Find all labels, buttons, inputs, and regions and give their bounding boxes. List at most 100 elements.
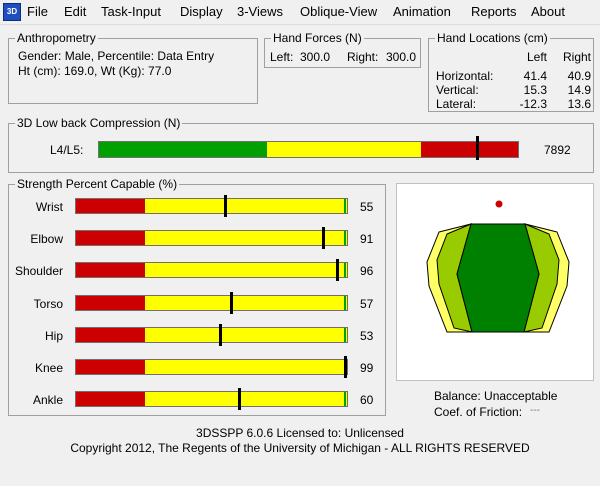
strength-bar [75,262,348,278]
hand-location-right-value: 40.9 [567,69,591,83]
strength-limit-marker [344,296,346,310]
strength-value-marker [344,356,347,378]
strength-value-marker [238,388,241,410]
hand-location-right-value: 13.6 [567,97,591,111]
friction-label: Coef. of Friction: [434,405,523,419]
menu-edit[interactable]: Edit [64,4,86,20]
strength-value-marker [336,259,339,281]
stability-region [456,223,540,333]
low-back-title: 3D Low back Compression (N) [15,116,183,130]
low-back-compression-bar [98,141,519,158]
strength-bar [75,327,348,343]
bar-yellow-zone [145,199,347,213]
hand-force-left-label: Left: [270,50,294,64]
strength-row-label: Ankle [32,393,63,407]
hand-locations-col-right: Right [562,50,591,64]
bar-red-zone [421,142,518,157]
bar-red-zone [76,296,145,310]
hand-location-row-label: Horizontal: [436,69,494,83]
hand-locations-title: Hand Locations (cm) [435,31,550,45]
hand-location-row-label: Lateral: [436,97,477,111]
bar-yellow-zone [145,360,347,374]
strength-row-value: 96 [360,264,374,278]
strength-limit-marker [344,392,346,406]
strength-group: Strength Percent Capable (%) Wrist 55 Elb… [8,177,386,416]
bar-red-zone [76,199,145,213]
bar-yellow-zone [145,263,347,277]
low-back-value-marker [476,136,479,160]
hand-locations-col-left: Left [526,50,547,64]
balance-status: Balance: Unacceptable [434,389,558,403]
bar-yellow-zone [145,392,347,406]
strength-row-value: 60 [360,393,374,407]
strength-limit-marker [344,199,346,213]
bar-green-zone [99,142,267,157]
anthropometry-height-weight: Ht (cm): 169.0, Wt (Kg): 77.0 [18,64,172,78]
menu-display[interactable]: Display [180,4,223,20]
low-back-group: 3D Low back Compression (N) L4/L5: 7892 [8,116,594,173]
app-icon[interactable]: 3D [3,3,21,21]
menu-task-input[interactable]: Task-Input [101,4,161,20]
menu-3-views[interactable]: 3-Views [237,4,283,20]
strength-limit-marker [344,231,346,245]
hand-location-row-label: Vertical: [436,83,479,97]
center-of-pressure-dot [495,200,503,208]
bar-yellow-zone [267,142,421,157]
strength-row-label: Shoulder [14,264,63,278]
strength-title: Strength Percent Capable (%) [15,177,180,191]
hand-forces-title: Hand Forces (N) [271,31,364,45]
strength-bar [75,391,348,407]
bar-red-zone [76,231,145,245]
bar-yellow-zone [145,328,347,342]
strength-value-marker [224,195,227,217]
strength-bar [75,230,348,246]
menu-file[interactable]: File [27,4,48,20]
strength-row-label: Wrist [35,200,63,214]
anthropometry-title: Anthropometry [15,31,98,45]
strength-row-value: 99 [360,361,374,375]
strength-row-label: Knee [34,361,63,375]
bar-red-zone [76,392,145,406]
hand-location-left-value: 41.4 [523,69,547,83]
strength-row-value: 91 [360,232,374,246]
low-back-value: 7892 [544,143,571,157]
strength-row-value: 57 [360,297,374,311]
low-back-label: L4/L5: [50,143,84,157]
hand-force-right-label: Right: [347,50,379,64]
menu-animation[interactable]: Animation [393,4,451,20]
hand-locations-group: Hand Locations (cm) Left Right Horizonta… [428,31,594,112]
menu-about[interactable]: About [531,4,565,20]
strength-limit-marker [344,263,346,277]
strength-bar [75,198,348,214]
menu-oblique-view[interactable]: Oblique-View [300,4,377,20]
hand-location-left-value: -12.3 [519,97,547,111]
bar-yellow-zone [145,231,347,245]
anthropometry-group: Anthropometry Gender: Male, Percentile: … [8,31,258,104]
bar-yellow-zone [145,296,347,310]
strength-value-marker [230,292,233,314]
hand-location-left-value: 15.3 [523,83,547,97]
hand-force-left-value: 300.0 [300,50,331,64]
bar-red-zone [76,360,145,374]
license-text: 3DSSPP 6.0.6 Licensed to: Unlicensed [196,426,404,440]
strength-row-label: Hip [44,329,63,343]
friction-value: --- [530,405,540,416]
copyright-text: Copyright 2012, The Regents of the Unive… [70,441,530,455]
anthropometry-gender: Gender: Male, Percentile: Data Entry [18,49,215,63]
bar-red-zone [76,263,145,277]
strength-row-value: 53 [360,329,374,343]
strength-bar [75,295,348,311]
menu-bar: 3D File Edit Task-Input Display 3-Views … [0,0,600,25]
hand-forces-group: Hand Forces (N) Left: 300.0 Right: 300.0 [264,31,421,68]
bar-red-zone [76,328,145,342]
balance-diagram [396,183,594,381]
balance-support-polygon [426,200,570,333]
menu-reports[interactable]: Reports [471,4,517,20]
strength-row-label: Torso [33,297,63,311]
strength-value-marker [219,324,222,346]
strength-value-marker [322,227,325,249]
hand-force-right-value: 300.0 [386,50,417,64]
strength-bar [75,359,348,375]
strength-row-label: Elbow [30,232,63,246]
strength-row-value: 55 [360,200,374,214]
